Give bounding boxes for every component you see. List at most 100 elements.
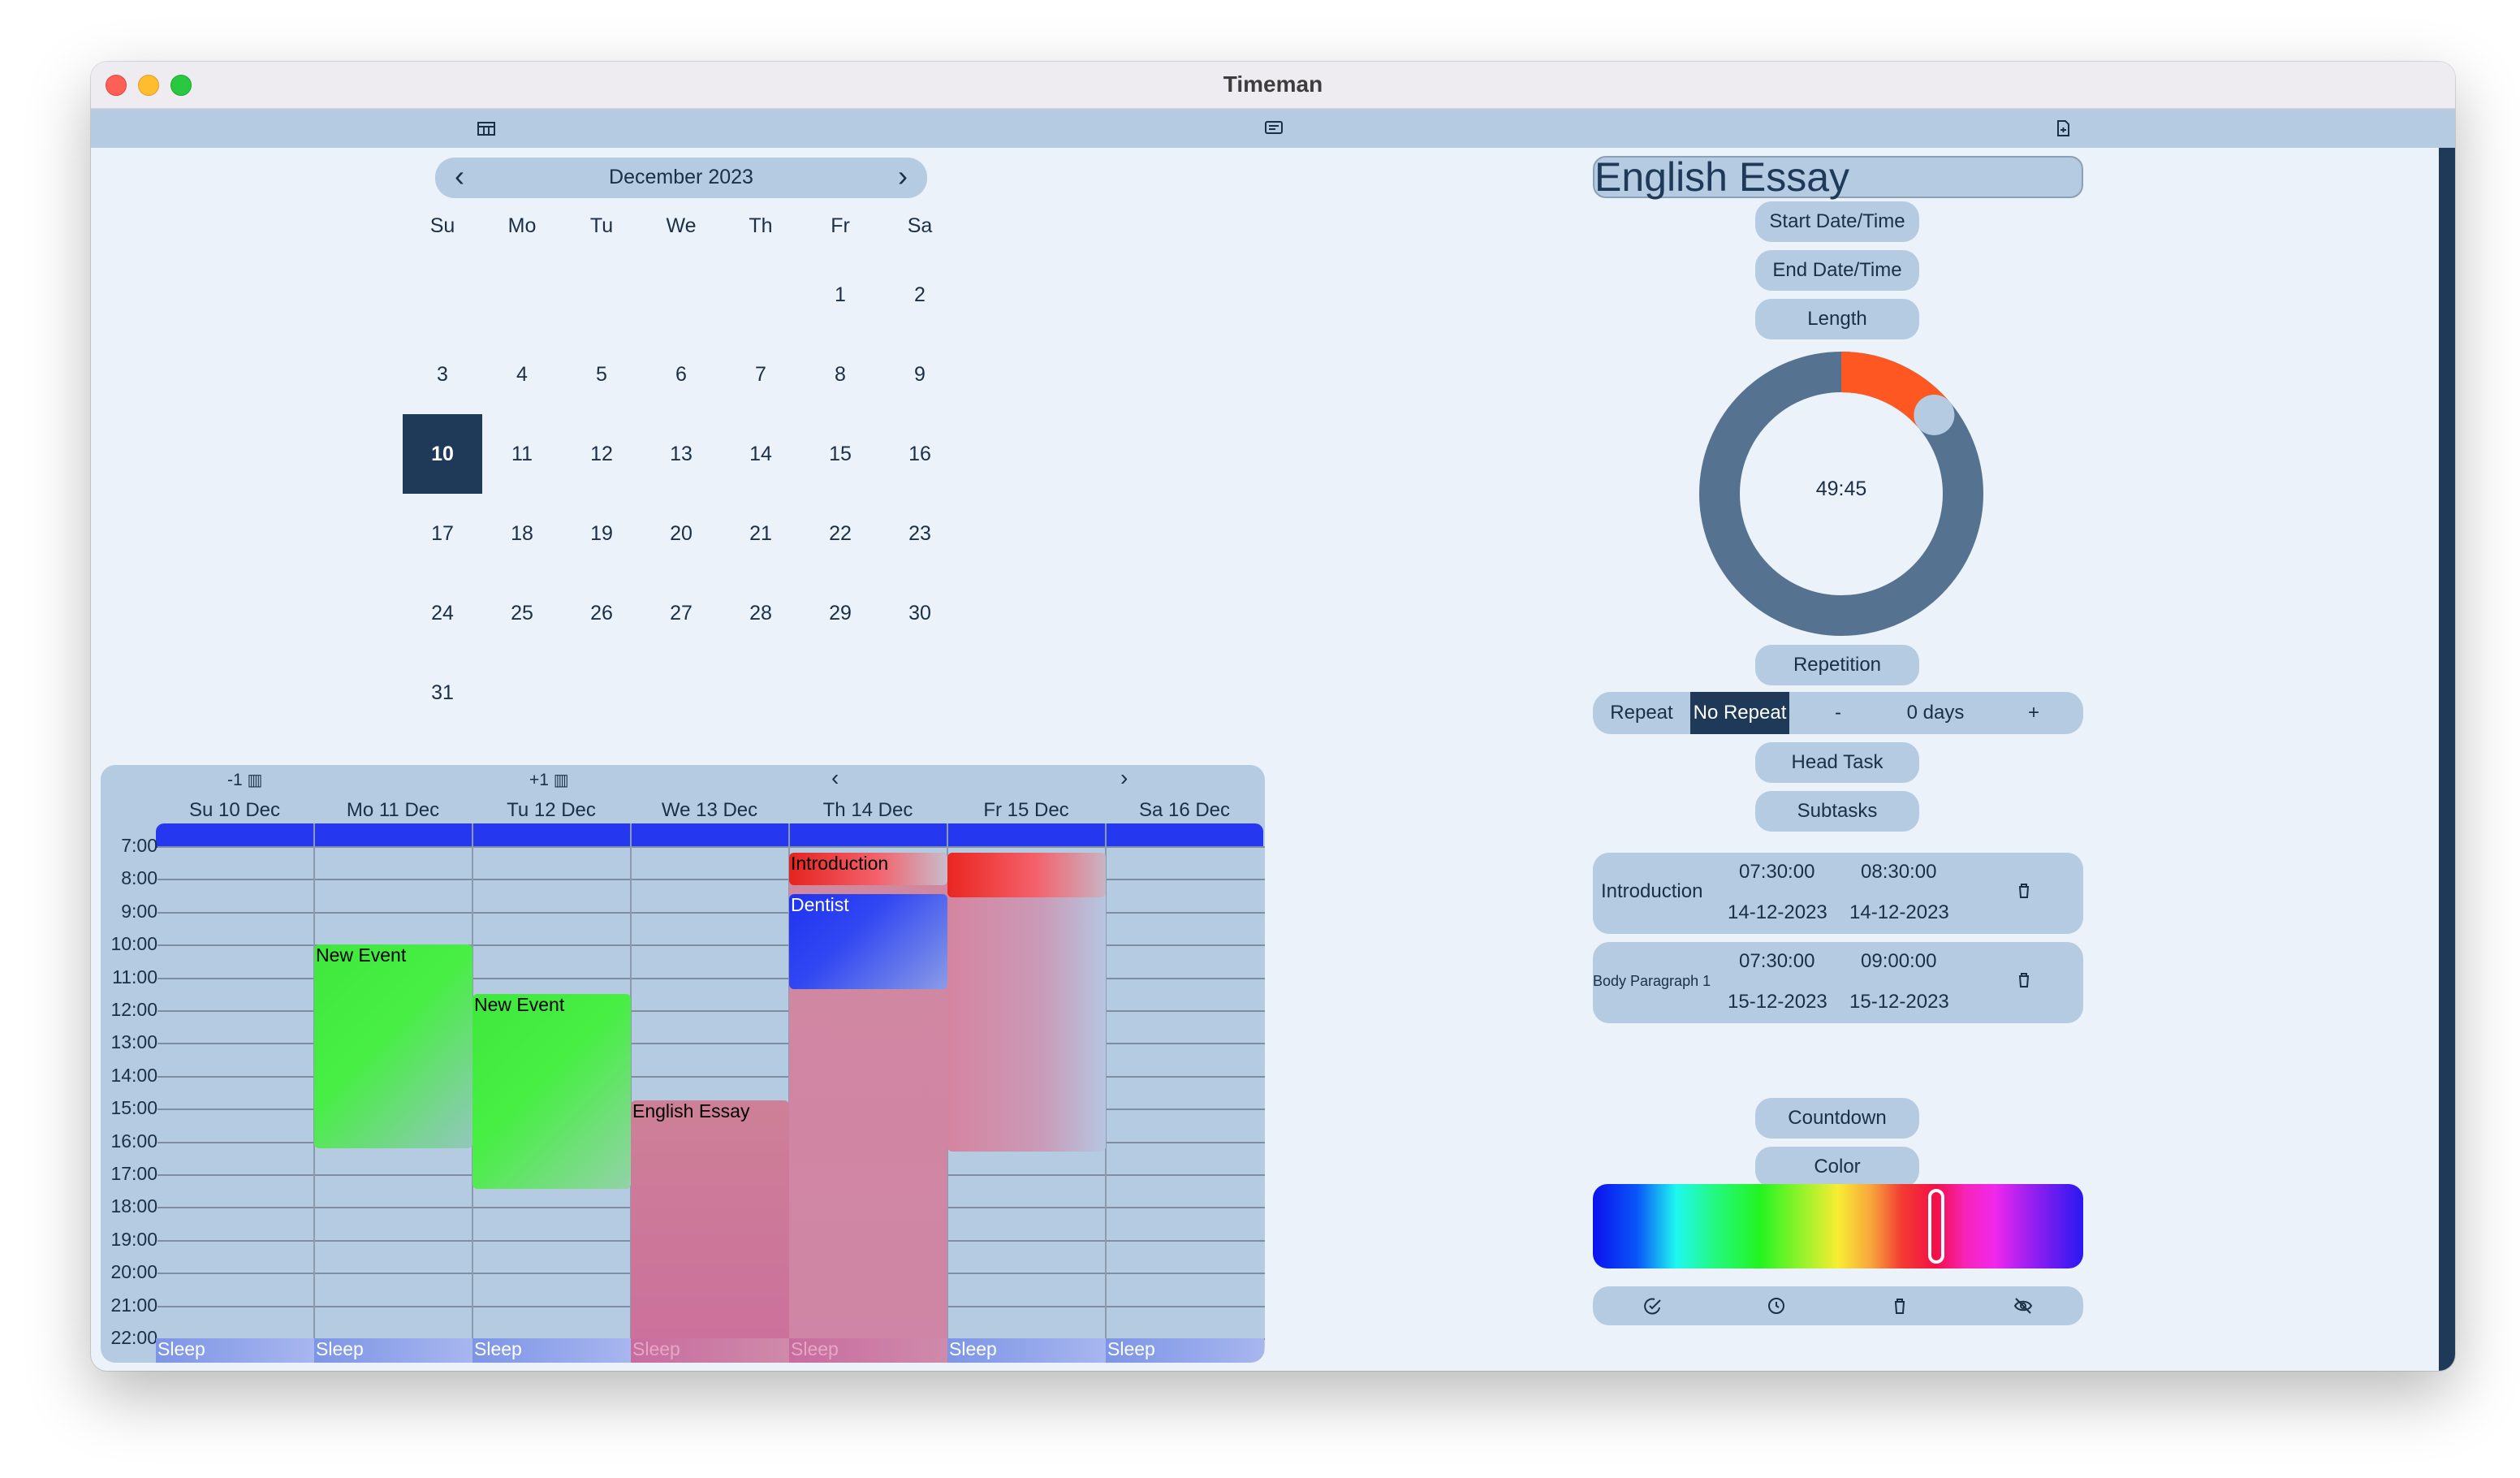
repeat-increment-button[interactable]: + [1984, 692, 2083, 734]
mark-done-icon[interactable] [1643, 1296, 1664, 1316]
task-title-input[interactable]: English Essay [1593, 156, 2083, 198]
hour-label: 14:00 [110, 1064, 158, 1086]
weekday-header: Tu [589, 214, 614, 237]
hour-label: 12:00 [110, 999, 158, 1020]
calendar-day[interactable]: 19 [562, 494, 641, 573]
day-column-header[interactable]: We 13 Dec [631, 799, 788, 822]
calendar-day[interactable]: 9 [880, 335, 960, 414]
calendar-day[interactable]: 8 [800, 335, 880, 414]
event-block[interactable]: New Event [472, 993, 631, 1190]
all-day-strip[interactable] [631, 823, 788, 848]
all-day-strip[interactable] [156, 823, 313, 848]
previous-day-chevron-icon[interactable]: ‹ [831, 765, 839, 791]
length-button[interactable]: Length [1755, 299, 1919, 339]
start-datetime-button[interactable]: Start Date/Time [1755, 201, 1919, 242]
repetition-button[interactable]: Repetition [1755, 645, 1919, 685]
head-task-button[interactable]: Head Task [1755, 742, 1919, 783]
calendar-day[interactable]: 16 [880, 414, 960, 494]
countdown-button[interactable]: Countdown [1755, 1098, 1919, 1139]
event-block[interactable]: Introduction [789, 853, 947, 886]
sleep-event[interactable]: Sleep [789, 1338, 947, 1363]
scrollbar[interactable] [2439, 148, 2455, 1371]
calendar-day[interactable]: 28 [721, 573, 800, 653]
calendar-day[interactable]: 24 [403, 573, 482, 653]
day-column-header[interactable]: Fr 15 Dec [947, 799, 1105, 822]
day-column-header[interactable]: Tu 12 Dec [472, 799, 630, 822]
day-column-header[interactable]: Sa 16 Dec [1106, 799, 1263, 822]
calendar-day[interactable]: 15 [800, 414, 880, 494]
color-button[interactable]: Color [1755, 1147, 1919, 1187]
calendar-day[interactable]: 17 [403, 494, 482, 573]
calendar-day[interactable]: 25 [482, 573, 562, 653]
calendar-day[interactable]: 31 [403, 653, 482, 733]
day-column-header[interactable]: Mo 11 Dec [314, 799, 472, 822]
event-block[interactable]: Dentist [789, 893, 947, 989]
all-day-strip[interactable] [947, 823, 1105, 848]
calendar-day[interactable]: 14 [721, 414, 800, 494]
previous-week-button[interactable]: -1 ▥ [227, 770, 262, 790]
app-window: Timeman ‹ December 2023 › Su Mo Tu We Th Fr Sa… [91, 62, 2455, 1371]
repeat-mode-select[interactable]: No Repeat [1690, 692, 1789, 734]
dial-handle[interactable] [1914, 394, 1955, 435]
all-day-strip[interactable] [1106, 823, 1263, 848]
calendar-day[interactable]: 27 [641, 573, 721, 653]
calendar-icon[interactable] [476, 119, 497, 138]
sleep-event[interactable]: Sleep [314, 1338, 472, 1363]
event-background[interactable] [947, 853, 1106, 897]
calendar-day[interactable]: 7 [721, 335, 800, 414]
calendar-day[interactable]: 2 [880, 255, 960, 335]
day-column-header[interactable]: Su 10 Dec [156, 799, 313, 822]
calendar-day[interactable]: 6 [641, 335, 721, 414]
sleep-event[interactable]: Sleep [1106, 1338, 1264, 1363]
subtask-row[interactable]: Introduction 07:30:00 08:30:00 14-12-2023 14… [1593, 853, 2083, 934]
event-block[interactable]: Body Paragraph 1 [947, 853, 1106, 1152]
color-slider[interactable] [1593, 1184, 2083, 1268]
next-month-chevron-icon[interactable]: › [888, 162, 917, 192]
day-column-header[interactable]: Th 14 Dec [789, 799, 947, 822]
repeat-decrement-button[interactable]: - [1789, 692, 1887, 734]
calendar-day[interactable]: 26 [562, 573, 641, 653]
color-slider-handle[interactable] [1927, 1189, 1944, 1264]
event-block[interactable]: English Essay [631, 1100, 789, 1363]
calendar-day[interactable]: 3 [403, 335, 482, 414]
calendar-day[interactable]: 13 [641, 414, 721, 494]
event-block[interactable]: New Event [314, 944, 472, 1148]
weekday-header: Sa [907, 214, 933, 237]
clock-icon[interactable] [1767, 1296, 1788, 1316]
end-datetime-button[interactable]: End Date/Time [1755, 250, 1919, 291]
sleep-event[interactable]: Sleep [631, 1338, 789, 1363]
all-day-strip[interactable] [314, 823, 472, 848]
message-icon[interactable] [1263, 119, 1284, 138]
hour-label: 13:00 [110, 1031, 158, 1053]
calendar-day[interactable]: 21 [721, 494, 800, 573]
trash-icon[interactable] [2017, 971, 2031, 987]
calendar-day[interactable]: 20 [641, 494, 721, 573]
sleep-event[interactable]: Sleep [472, 1338, 631, 1363]
weekday-header: Mo [507, 214, 537, 237]
hide-icon[interactable] [2013, 1296, 2035, 1316]
next-week-label: +1 [529, 771, 549, 789]
calendar-day[interactable]: 1 [800, 255, 880, 335]
calendar-day[interactable]: 11 [482, 414, 562, 494]
calendar-day[interactable]: 22 [800, 494, 880, 573]
calendar-day[interactable]: 23 [880, 494, 960, 573]
next-week-button[interactable]: +1 ▥ [529, 770, 569, 790]
trash-icon[interactable] [2017, 882, 2031, 898]
document-icon[interactable] [2052, 119, 2073, 138]
calendar-day[interactable]: 18 [482, 494, 562, 573]
calendar-day[interactable]: 12 [562, 414, 641, 494]
subtasks-button[interactable]: Subtasks [1755, 791, 1919, 832]
sleep-event[interactable]: Sleep [156, 1338, 314, 1363]
next-day-chevron-icon[interactable]: › [1120, 765, 1128, 791]
selected-day[interactable]: 10 [403, 414, 482, 494]
calendar-day[interactable]: 5 [562, 335, 641, 414]
trash-icon[interactable] [1890, 1296, 1911, 1316]
subtask-start-date: 15-12-2023 [1728, 991, 1827, 1013]
calendar-day[interactable]: 30 [880, 573, 960, 653]
sleep-event[interactable]: Sleep [947, 1338, 1106, 1363]
calendar-day[interactable]: 4 [482, 335, 562, 414]
all-day-strip[interactable] [789, 823, 947, 848]
subtask-row[interactable]: Body Paragraph 1 07:30:00 09:00:00 15-12-20… [1593, 942, 2083, 1023]
all-day-strip[interactable] [472, 823, 630, 848]
calendar-day[interactable]: 29 [800, 573, 880, 653]
